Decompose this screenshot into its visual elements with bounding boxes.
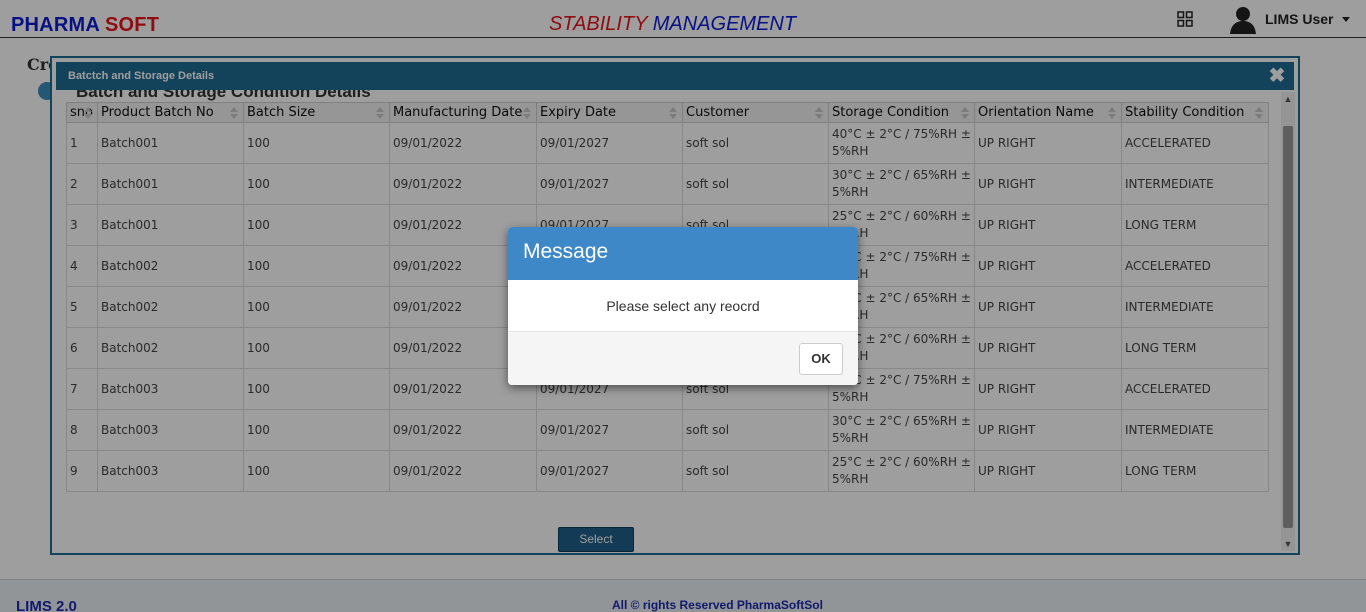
- message-footer: OK: [508, 332, 858, 385]
- message-header: Message: [508, 227, 858, 280]
- message-title: Message: [523, 240, 609, 263]
- message-modal: Message Please select any reocrd OK: [508, 227, 858, 385]
- message-text: Please select any reocrd: [508, 280, 858, 332]
- ok-button[interactable]: OK: [799, 343, 843, 375]
